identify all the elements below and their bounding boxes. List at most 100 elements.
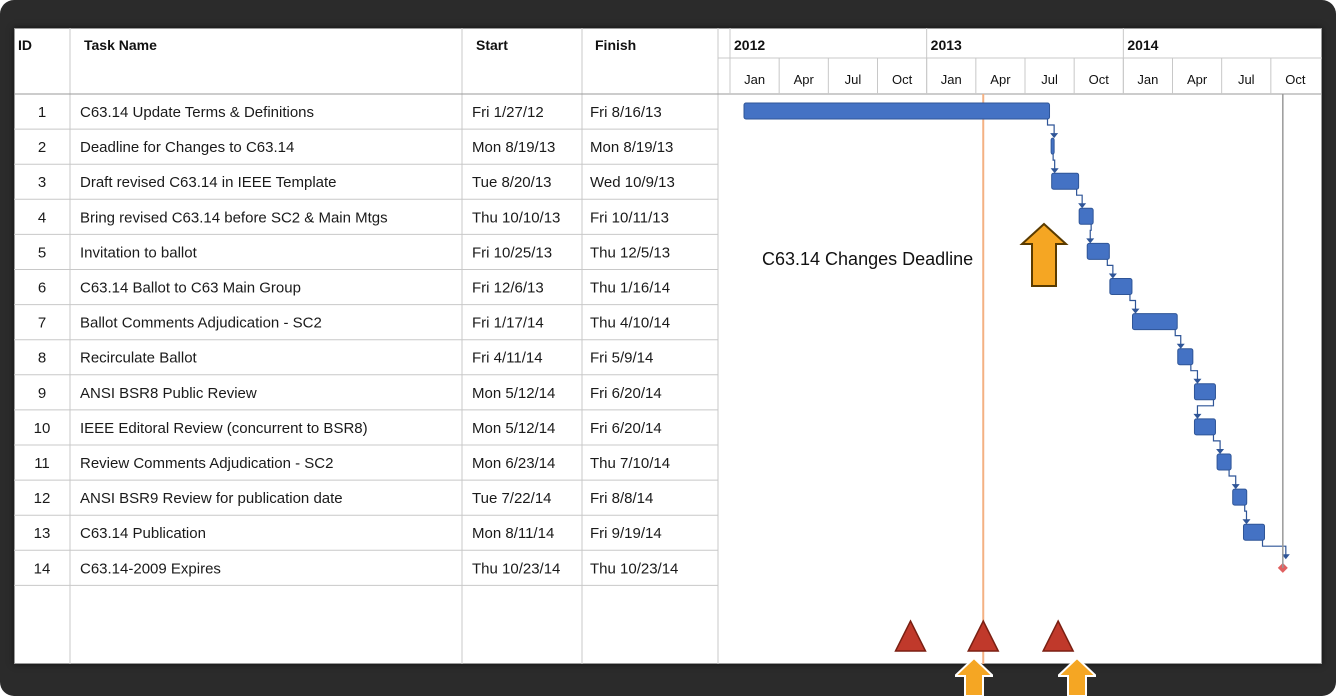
task-id: 7 (38, 315, 46, 332)
task-finish: Thu 4/10/14 (590, 315, 670, 332)
month-label: Oct (892, 72, 913, 87)
task-finish: Fri 6/20/14 (590, 420, 662, 437)
triangle-marker (967, 619, 1000, 652)
task-bar (1193, 418, 1216, 436)
bottom-arrow-1 (955, 658, 993, 696)
task-finish: Mon 8/19/13 (590, 139, 673, 156)
task-finish: Fri 6/20/14 (590, 385, 662, 402)
dependency-link (1174, 329, 1182, 345)
dependency-link (1212, 434, 1221, 450)
dependency-link (1129, 294, 1137, 310)
task-bar (1177, 348, 1194, 366)
dependency-link (1089, 224, 1092, 240)
month-label: Jan (941, 72, 962, 87)
year-label: 2014 (1127, 37, 1158, 53)
dependency-arrowhead (1216, 449, 1225, 454)
task-finish: Thu 10/23/14 (590, 560, 678, 577)
task-id: 13 (34, 525, 51, 542)
task-name: Draft revised C63.14 in IEEE Template (80, 174, 337, 191)
task-start: Mon 6/23/14 (472, 455, 555, 472)
task-start: Mon 8/11/14 (472, 525, 554, 542)
dependency-arrowhead (1050, 133, 1059, 139)
month-label: Apr (794, 72, 815, 87)
task-name: IEEE Editoral Review (concurrent to BSR8… (80, 420, 368, 437)
dependency-arrowhead (1131, 308, 1140, 314)
month-label: Apr (990, 72, 1011, 87)
month-label: Jan (744, 72, 765, 87)
col-header-task-name: Task Name (84, 37, 157, 53)
dependency-link (1076, 189, 1083, 205)
dependency-arrowhead (1242, 519, 1251, 525)
task-start: Mon 5/12/14 (472, 420, 555, 437)
dependency-link (1046, 119, 1055, 135)
task-start: Fri 1/17/14 (472, 315, 544, 332)
dependency-link (1190, 364, 1199, 380)
task-finish: Fri 10/11/13 (590, 209, 669, 226)
year-label: 2013 (931, 37, 962, 53)
task-name: Deadline for Changes to C63.14 (80, 139, 294, 156)
task-name: Invitation to ballot (80, 244, 198, 261)
gantt-sheet: ID Task Name Start Finish 2012 2013 2014 Ja… (14, 28, 1322, 664)
task-id: 2 (38, 139, 46, 156)
task-id: 10 (34, 420, 51, 437)
task-bar (1086, 242, 1110, 260)
task-bar (1242, 523, 1266, 541)
dependency-arrowhead (1108, 273, 1117, 279)
col-header-finish: Finish (595, 37, 636, 53)
task-finish: Fri 8/16/13 (590, 104, 662, 121)
task-id: 14 (34, 560, 51, 577)
annotation-arrow (1019, 222, 1069, 287)
task-start: Mon 8/19/13 (472, 139, 555, 156)
dependency-link (1228, 470, 1237, 486)
dependency-arrowhead (1193, 413, 1202, 419)
annotations: C63.14 Changes Deadline (762, 222, 1075, 652)
task-id: 3 (38, 174, 46, 191)
task-id: 4 (38, 209, 46, 226)
task-bar (1050, 137, 1055, 155)
task-id: 1 (38, 104, 46, 121)
col-header-start: Start (476, 37, 508, 53)
task-bar (1232, 488, 1248, 506)
task-name: Ballot Comments Adjudication - SC2 (80, 315, 322, 332)
triangle-marker (894, 619, 927, 652)
month-label: Jan (1137, 72, 1158, 87)
task-bar (1216, 453, 1232, 471)
task-name: Bring revised C63.14 before SC2 & Main M… (80, 209, 388, 226)
dependency-arrowhead (1086, 238, 1095, 244)
dependency-arrowhead (1050, 168, 1059, 174)
task-finish: Fri 5/9/14 (590, 350, 653, 367)
col-header-id: ID (18, 37, 32, 53)
task-name: C63.14 Publication (80, 525, 206, 542)
task-id: 12 (34, 490, 51, 507)
task-name: Review Comments Adjudication - SC2 (80, 455, 333, 472)
annotation-label: C63.14 Changes Deadline (762, 249, 973, 269)
task-bar (1109, 278, 1133, 295)
task-name: C63.14 Update Terms & Definitions (80, 104, 314, 121)
task-start: Thu 10/23/14 (472, 560, 560, 577)
task-name: C63.14 Ballot to C63 Main Group (80, 280, 301, 297)
task-name: ANSI BSR8 Public Review (80, 385, 257, 402)
task-id: 6 (38, 280, 46, 297)
task-id: 5 (38, 244, 46, 261)
task-finish: Thu 12/5/13 (590, 244, 670, 261)
task-start: Fri 1/27/12 (472, 104, 544, 121)
task-start: Mon 5/12/14 (472, 385, 555, 402)
task-name: C63.14-2009 Expires (80, 560, 221, 577)
task-start: Fri 12/6/13 (472, 280, 544, 297)
task-bar (1193, 383, 1216, 401)
task-finish: Fri 8/8/14 (590, 490, 653, 507)
task-finish: Thu 1/16/14 (590, 280, 670, 297)
triangle-marker (1041, 619, 1075, 652)
month-label: Oct (1285, 72, 1306, 87)
gantt-chart: ID Task Name Start Finish 2012 2013 2014 Ja… (14, 28, 1322, 664)
task-name: Recirculate Ballot (80, 350, 198, 367)
task-start: Fri 10/25/13 (472, 244, 552, 261)
task-start: Tue 8/20/13 (472, 174, 552, 191)
bottom-arrow-2 (1058, 658, 1096, 696)
task-bar (743, 102, 1051, 120)
task-start: Tue 7/22/14 (472, 490, 552, 507)
task-bars (743, 94, 1290, 664)
dependency-arrowhead (1193, 378, 1202, 384)
dependency-arrowhead (1176, 343, 1185, 349)
month-label: Jul (1041, 72, 1058, 87)
